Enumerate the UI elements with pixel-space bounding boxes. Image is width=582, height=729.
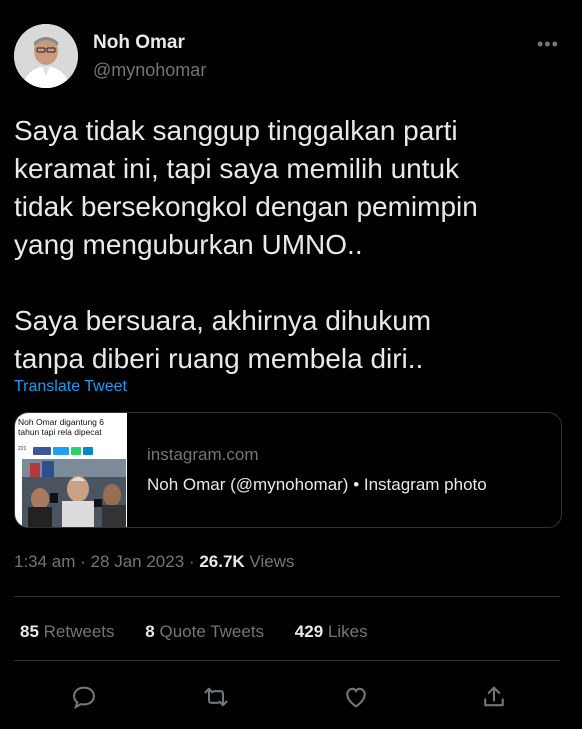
link-preview-card[interactable]: Noh Omar digantung 6 tahun tapi rela dip… [14, 412, 562, 528]
telegram-share-icon [83, 447, 93, 455]
tweet-time[interactable]: 1:34 am [14, 552, 75, 571]
link-card-domain: instagram.com [147, 445, 259, 464]
retweets-stat[interactable]: 85 Retweets [20, 622, 115, 641]
meta-separator: · [80, 552, 86, 571]
quotes-count: 8 [145, 622, 155, 641]
avatar[interactable] [14, 24, 78, 88]
twitter-share-icon [53, 447, 69, 455]
divider [14, 660, 560, 661]
views-label: Views [249, 552, 295, 571]
like-icon[interactable] [342, 683, 372, 713]
views-count: 26.7K [199, 552, 245, 571]
author-handle[interactable]: @mynohomar [93, 60, 206, 81]
thumbnail-share-count: 221 [18, 446, 27, 452]
link-card-title: Noh Omar (@mynohomar) • Instagram photo [147, 475, 487, 494]
tweet-text: Saya tidak sanggup tinggalkan parti kera… [14, 115, 478, 374]
thumbnail-photo [22, 459, 126, 527]
engagement-stats: 85 Retweets 8 Quote Tweets 429 Likes [20, 622, 394, 642]
retweets-count: 85 [20, 622, 39, 641]
divider [14, 596, 560, 597]
thumbnail-headline: Noh Omar digantung 6 tahun tapi rela dip… [18, 417, 104, 437]
likes-stat[interactable]: 429 Likes [295, 622, 368, 641]
author-name[interactable]: Noh Omar [93, 32, 185, 54]
translate-tweet-link[interactable]: Translate Tweet [14, 378, 127, 396]
reply-icon[interactable] [70, 683, 100, 713]
more-horizontal-icon[interactable]: ••• [537, 34, 559, 55]
quote-tweets-stat[interactable]: 8 Quote Tweets [145, 622, 264, 641]
retweet-icon[interactable] [202, 683, 232, 713]
tweet-date[interactable]: 28 Jan 2023 [91, 552, 185, 571]
share-icon[interactable] [480, 683, 510, 713]
quotes-label: Quote Tweets [159, 622, 265, 641]
retweets-label: Retweets [43, 622, 115, 641]
avatar-photo [14, 24, 78, 88]
likes-label: Likes [327, 622, 368, 641]
link-card-thumbnail: Noh Omar digantung 6 tahun tapi rela dip… [15, 413, 127, 527]
likes-count: 429 [294, 622, 324, 641]
whatsapp-share-icon [71, 447, 81, 455]
meta-separator: · [188, 552, 195, 571]
facebook-share-icon [33, 447, 51, 455]
tweet-metadata: 1:34 am · 28 Jan 2023 · 26.7K Views [14, 552, 294, 572]
